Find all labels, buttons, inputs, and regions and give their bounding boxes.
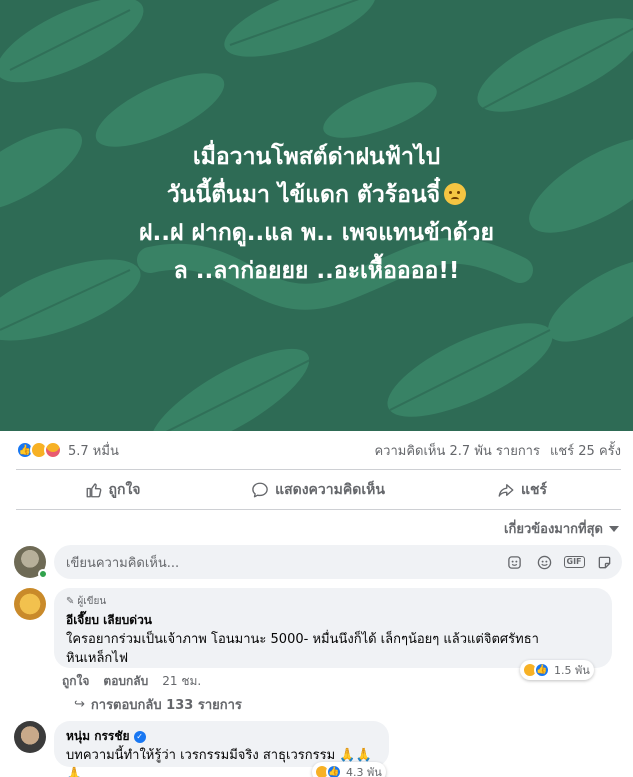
comment-count[interactable]: ความคิดเห็น 2.7 พัน รายการ bbox=[374, 440, 539, 461]
comment-like-link[interactable]: ถูกใจ bbox=[62, 672, 89, 691]
comment-icon bbox=[252, 482, 268, 498]
commenter-avatar[interactable] bbox=[14, 721, 46, 753]
commenter-name[interactable]: หนุ่ม กรรชัย bbox=[66, 727, 130, 746]
pencil-icon: ✎ bbox=[66, 596, 75, 607]
banner-line-4: ล ..ลาก่อยยย ..อะเหื้ออออ!! bbox=[173, 258, 460, 284]
divider bbox=[16, 509, 621, 510]
comment-button[interactable]: แสดงความคิดเห็น bbox=[225, 472, 411, 508]
share-button-label: แชร์ bbox=[520, 482, 548, 498]
post-stats: 👍 5.7 หมื่น ความคิดเห็น 2.7 พัน รายการ แ… bbox=[0, 431, 633, 469]
banner-text: เมื่อวานโพสต์ด่าฝนฟ้าไป วันนี้ตื่นมา ไข้… bbox=[0, 138, 633, 290]
share-count[interactable]: แชร์ 25 ครั้ง bbox=[550, 440, 621, 461]
comment-actions: ถูกใจ ตอบกลับ 21 ชม. bbox=[62, 672, 215, 691]
comment-sort-dropdown[interactable]: เกี่ยวข้องมากที่สุด bbox=[504, 518, 619, 539]
care-reaction-icon bbox=[44, 441, 62, 459]
author-badge: ✎ ผู้เขียน bbox=[66, 594, 600, 609]
post-action-bar: ถูกใจ แสดงความคิดเห็น แชร์ bbox=[0, 472, 633, 508]
commenter-avatar[interactable] bbox=[14, 588, 46, 620]
like-button-label: ถูกใจ bbox=[108, 482, 141, 498]
comment-reply-link[interactable]: ตอบกลับ bbox=[103, 672, 148, 691]
banner-line-2-text: วันนี้ตื่นมา ไข้แดก ตัวร้อนจี๋ bbox=[166, 182, 441, 208]
comment-text-line: ใครอยากร่วมเป็นเจ้าภาพ โอนมานะ 5000- หมื… bbox=[66, 632, 539, 647]
share-button[interactable]: แชร์ bbox=[411, 472, 633, 508]
view-replies-link[interactable]: ↪ การตอบกลับ 133 รายการ bbox=[74, 694, 242, 715]
sort-label: เกี่ยวข้องมากที่สุด bbox=[504, 522, 603, 537]
comment-bubble: หนุ่ม กรรชัย ✓ บทความนี้ทำให้รู้ว่า เวรก… bbox=[54, 721, 389, 777]
banner-line-2: วันนี้ตื่นมา ไข้แดก ตัวร้อนจี๋ bbox=[0, 176, 633, 214]
like-button[interactable]: ถูกใจ bbox=[0, 472, 225, 508]
view-replies-label: การตอบกลับ 133 รายการ bbox=[90, 698, 242, 713]
commenter-name[interactable]: อีเจี๊ยบ เลียบด่วน bbox=[66, 611, 600, 630]
thumbs-up-icon bbox=[86, 483, 101, 498]
comment-button-label: แสดงความคิดเห็น bbox=[275, 482, 385, 498]
comment-bubble: ✎ ผู้เขียน อีเจี๊ยบ เลียบด่วน ใครอยากร่ว… bbox=[54, 588, 612, 668]
share-icon bbox=[498, 484, 514, 497]
banner-line-3: ฝ..ฝ ฝากดู..แล พ.. เพจแทนข้าด้วย bbox=[139, 220, 494, 246]
comment-reactions[interactable]: 👍 4.3 พัน bbox=[312, 762, 386, 777]
banner-line-1: เมื่อวานโพสต์ด่าฝนฟ้าไป bbox=[192, 144, 441, 170]
reaction-icons[interactable]: 👍 bbox=[16, 441, 62, 459]
avatar-sticker-icon[interactable] bbox=[506, 554, 522, 570]
author-badge-label: ผู้เขียน bbox=[77, 596, 107, 607]
like-reaction-icon: 👍 bbox=[534, 662, 550, 678]
reply-arrow-icon: ↪ bbox=[74, 697, 85, 712]
comment-reactions[interactable]: 👍 1.5 พัน bbox=[520, 660, 594, 680]
sad-face-icon bbox=[444, 183, 467, 205]
comment-timestamp[interactable]: 21 ชม. bbox=[162, 672, 201, 691]
like-reaction-icon: 👍 bbox=[326, 764, 342, 777]
comment-input[interactable]: เขียนความคิดเห็น... GIF bbox=[54, 545, 622, 579]
post-banner: เมื่อวานโพสต์ด่าฝนฟ้าไป วันนี้ตื่นมา ไข้… bbox=[0, 0, 633, 431]
gif-icon[interactable]: GIF bbox=[563, 554, 585, 570]
comment-reaction-count: 4.3 พัน bbox=[346, 766, 382, 777]
comment-reaction-count: 1.5 พัน bbox=[554, 664, 590, 677]
verified-badge-icon: ✓ bbox=[133, 730, 146, 743]
reaction-count[interactable]: 5.7 หมื่น bbox=[68, 440, 119, 461]
caret-down-icon bbox=[609, 525, 619, 532]
divider bbox=[16, 469, 621, 470]
comment-composer: เขียนความคิดเห็น... GIF bbox=[14, 545, 622, 579]
online-status-dot bbox=[38, 569, 48, 579]
comment-input-placeholder: เขียนความคิดเห็น... bbox=[66, 555, 180, 571]
emoji-icon[interactable] bbox=[536, 554, 552, 570]
sticker-icon[interactable] bbox=[596, 554, 612, 570]
commenter-name-row: หนุ่ม กรรชัย ✓ bbox=[66, 727, 377, 746]
